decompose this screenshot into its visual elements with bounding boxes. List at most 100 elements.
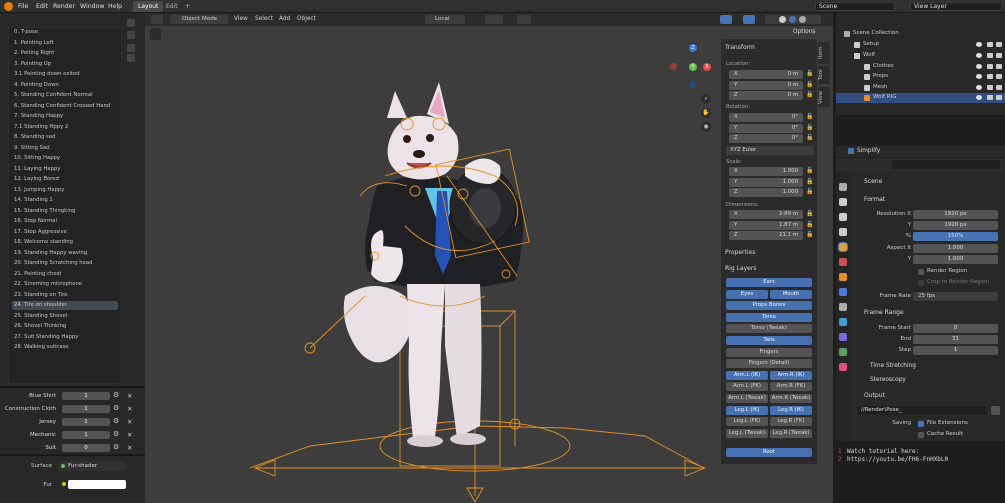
scl-field[interactable]: Z 1.000 [729, 188, 803, 197]
rot-field[interactable]: X 0° [729, 113, 803, 122]
outliner-row[interactable]: Clothes [836, 62, 1005, 72]
data-tab-icon[interactable] [839, 348, 847, 356]
pose-item[interactable]: 6. Standing Confident Crossed Hand [14, 103, 110, 109]
pan-hand-icon[interactable]: ✋ [701, 108, 711, 118]
lock-icon[interactable]: 🔓 [806, 81, 813, 88]
property-field[interactable]: 1920 px [913, 221, 998, 230]
show-gizmo-button[interactable] [720, 15, 732, 24]
pose-item[interactable]: 27. Suit Standing Happy [14, 334, 78, 340]
rig-layer-button[interactable]: Props Bones [726, 301, 812, 311]
pose-item[interactable]: 14. Standing 1 [14, 197, 53, 203]
close-icon[interactable]: ✕ [127, 392, 132, 400]
time-stretching-header[interactable]: Time Stretching [870, 363, 916, 369]
lock-icon[interactable]: 🔓 [806, 178, 813, 185]
gear-icon[interactable]: ⚙ [113, 443, 119, 451]
property-field[interactable]: 1920 px [913, 210, 998, 219]
pose-item[interactable]: 11. Laying Happy [14, 166, 60, 172]
render-icon[interactable] [996, 64, 1002, 69]
rig-layer-button[interactable]: Arm.R (FK) [770, 382, 812, 392]
gizmo-x-axis[interactable]: X [703, 63, 711, 71]
pose-item[interactable]: 25. Standing Shovel [14, 313, 67, 319]
loc-field[interactable]: X 0 m [729, 70, 803, 79]
pose-item[interactable]: 3.1 Pointing down exited [14, 71, 80, 77]
blender-logo-icon[interactable] [4, 2, 13, 11]
tab-view[interactable]: View [818, 87, 830, 107]
pose-item[interactable]: 8. Standing sad [14, 134, 55, 140]
close-icon[interactable]: ✕ [127, 431, 132, 439]
camera-icon[interactable] [987, 74, 993, 79]
outliner-row[interactable]: Wolf RIG [836, 93, 1005, 103]
pose-item[interactable]: 2. Poiting Right [14, 50, 54, 56]
render-icon[interactable] [996, 53, 1002, 58]
rig-layer-button[interactable]: Tails [726, 336, 812, 345]
lock-icon[interactable]: 🔓 [806, 210, 813, 217]
frame-rate-select[interactable]: 25 fps [913, 292, 998, 301]
eye-icon[interactable] [976, 42, 982, 47]
outfit-value-field[interactable]: 1 [62, 431, 110, 439]
rig-layer-button[interactable]: Fingers (Detail) [726, 359, 812, 369]
folder-icon[interactable] [991, 406, 1000, 415]
pose-list[interactable]: 0. T-pose 1. Pointing Left 2. Poiting Righ… [8, 27, 122, 384]
gizmo-neg-x[interactable] [670, 63, 677, 70]
fur-color-swatch[interactable] [68, 480, 126, 489]
rotation-mode-select[interactable]: XYZ Euler [726, 146, 814, 155]
lock-icon[interactable]: 🔓 [806, 91, 813, 98]
object-tab-icon[interactable] [839, 273, 847, 281]
rig-layer-button[interactable]: Arm.L (FK) [726, 382, 768, 392]
add-pose-button[interactable] [127, 19, 135, 27]
close-icon[interactable]: ✕ [127, 405, 132, 413]
pose-item[interactable]: 7. Standing Happy [14, 113, 63, 119]
pose-item[interactable]: 28. Walking suitcase [14, 344, 69, 350]
pose-item[interactable]: 13. Jumping Happy [14, 187, 65, 193]
rig-layers-header[interactable]: Rig Layers [725, 265, 756, 272]
pose-item[interactable]: 9. Sitting Sad [14, 145, 50, 151]
lock-icon[interactable]: 🔓 [806, 134, 813, 141]
menu-edit[interactable]: Edit [36, 3, 48, 10]
format-header[interactable]: Format [864, 196, 885, 203]
texture-tab-icon[interactable] [839, 363, 847, 371]
simplify-checkbox[interactable] [848, 148, 854, 154]
cache-result-checkbox[interactable] [918, 432, 924, 438]
rig-layer-button[interactable]: Leg.R (IK) [770, 405, 812, 415]
view-layer-tab-icon[interactable] [839, 228, 847, 236]
options-menu[interactable]: Options [793, 29, 815, 35]
pose-item[interactable]: 7.1 Standing Hppy 2 [14, 124, 68, 130]
pose-item[interactable]: 1. Pointing Left [14, 40, 54, 46]
rig-layer-button[interactable]: Arm.L (IK) [726, 370, 768, 380]
lock-icon[interactable]: 🔓 [806, 70, 813, 77]
transform-header[interactable]: Transform [725, 44, 755, 51]
eye-icon[interactable] [976, 74, 982, 79]
rig-layer-button[interactable]: Arm.L (Tweak) [726, 394, 768, 403]
zoom-icon[interactable]: ⌕ [701, 94, 711, 104]
rig-layer-button[interactable]: Torso (Tweak) [726, 324, 812, 334]
gizmo-z-axis[interactable]: Z [689, 44, 697, 52]
outliner-row[interactable]: Wolf [836, 51, 1005, 61]
editor-type-icon[interactable] [151, 15, 163, 24]
rig-root-button[interactable]: Root [726, 448, 812, 458]
outliner-row[interactable]: Setup [836, 40, 1005, 50]
pivot-selector[interactable] [485, 15, 503, 24]
property-field[interactable]: 1.000 [913, 255, 998, 264]
frame-field[interactable]: 1 [913, 346, 998, 355]
outfit-value-field[interactable]: 1 [62, 392, 110, 400]
pose-item[interactable]: 19. Standing Happy waving [14, 250, 87, 256]
remove-pose-button[interactable] [127, 31, 135, 39]
rig-layer-button[interactable]: Fingers [726, 347, 812, 357]
scene-selector[interactable]: Scene [815, 2, 895, 11]
pose-item[interactable]: 3. Pointing Up [14, 61, 51, 67]
lock-icon[interactable]: 🔓 [806, 167, 813, 174]
scl-field[interactable]: X 1.000 [729, 167, 803, 176]
gear-icon[interactable]: ⚙ [113, 417, 119, 425]
outliner-row[interactable]: Scene Collection [836, 29, 1005, 39]
select-tool-icon[interactable] [150, 28, 161, 40]
modifier-tab-icon[interactable] [839, 288, 847, 296]
pose-item[interactable]: 15. Standing Thingking [14, 208, 75, 214]
rendered-shading-icon[interactable] [799, 16, 806, 23]
rig-layer-button[interactable]: Leg.L (IK) [726, 405, 768, 415]
frame-range-header[interactable]: Frame Range [864, 309, 904, 316]
show-overlays-button[interactable] [743, 15, 755, 24]
menu-view[interactable]: View [234, 16, 248, 22]
world-tab-icon[interactable] [839, 258, 847, 266]
outfit-value-field[interactable]: 1 [62, 405, 110, 413]
close-icon[interactable]: ✕ [127, 418, 132, 426]
